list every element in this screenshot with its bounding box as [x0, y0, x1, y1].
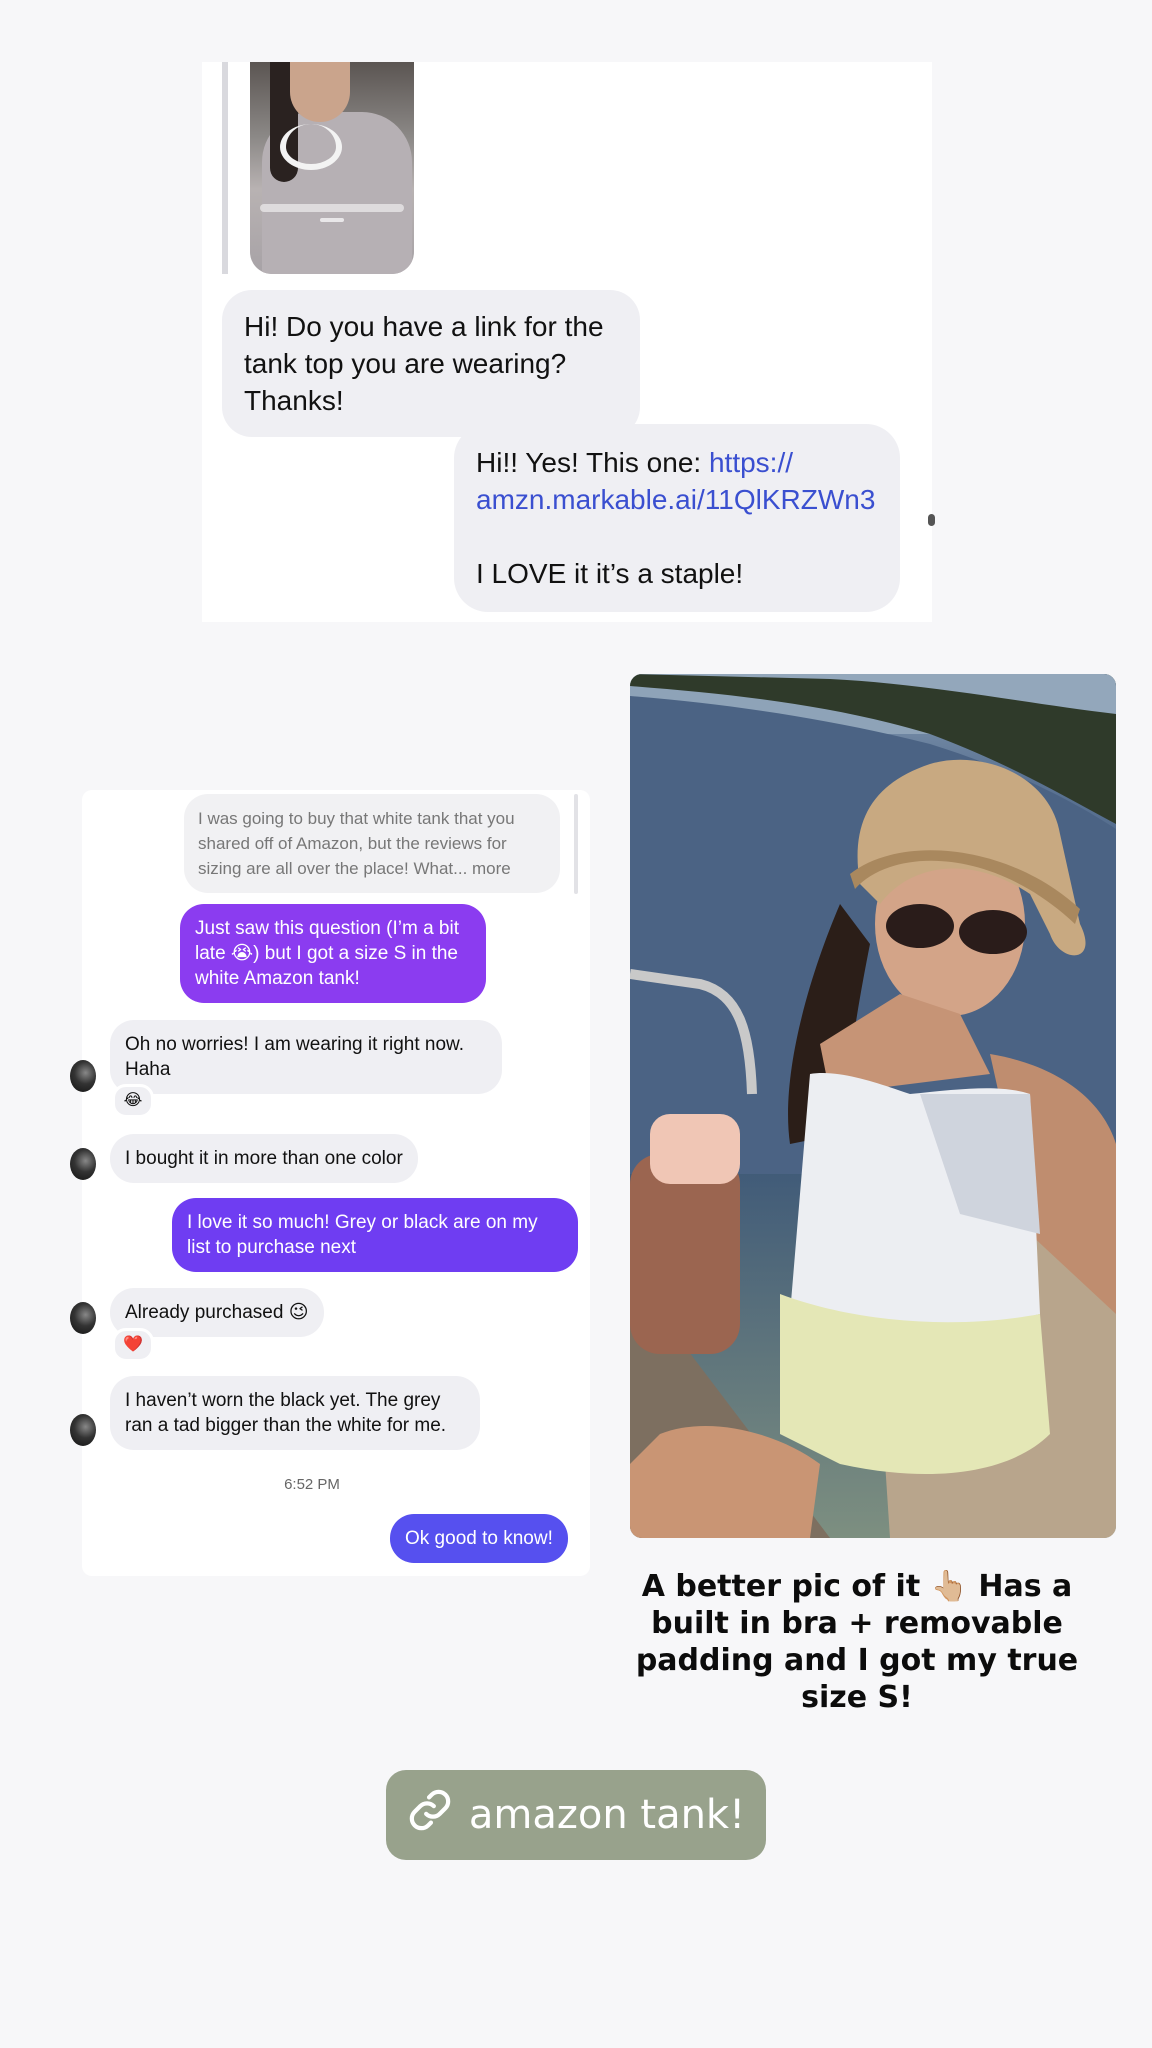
reaction-heart[interactable]: ❤️: [112, 1328, 154, 1362]
timestamp: 6:52 PM: [284, 1476, 340, 1493]
message-in-2: I bought it in more than one color: [110, 1134, 418, 1183]
message-in-1: Oh no worries! I am wearing it right now…: [110, 1020, 502, 1094]
selfie-photo: [630, 674, 1116, 1538]
avatar: [70, 1148, 96, 1180]
amazon-link-part1[interactable]: https://: [709, 447, 793, 478]
story-caption: A better pic of it 👆🏼 Has a built in bra…: [635, 1569, 1079, 1715]
story-reply-bar: [222, 62, 228, 274]
message-in-4: I haven’t worn the black yet. The grey r…: [110, 1376, 480, 1450]
outgoing-message-suffix: I LOVE it it’s a staple!: [476, 558, 744, 589]
outgoing-message-prefix: Hi!! Yes! This one:: [476, 447, 709, 478]
amazon-link-part2[interactable]: amzn.markable.ai/11QlKRZWn3: [476, 484, 875, 515]
link-icon: [407, 1787, 453, 1843]
link-sticker[interactable]: amazon tank!: [386, 1770, 766, 1860]
quoted-message: I was going to buy that white tank that …: [184, 794, 560, 893]
outgoing-message: Hi!! Yes! This one: https:// amzn.markab…: [454, 424, 900, 612]
link-sticker-label: amazon tank!: [468, 1792, 746, 1838]
status-dot: [928, 514, 935, 526]
avatar: [70, 1414, 96, 1446]
dm-screenshot: I was going to buy that white tank that …: [70, 790, 590, 1576]
story-reply-thumbnail[interactable]: [250, 62, 414, 274]
avatar: [70, 1060, 96, 1092]
message-out-3: Ok good to know!: [390, 1514, 568, 1563]
message-out-1: Just saw this question (I’m a bit late 😭…: [180, 904, 486, 1003]
quoted-bar: [574, 794, 578, 894]
message-out-2: I love it so much! Grey or black are on …: [172, 1198, 578, 1272]
reaction-laugh[interactable]: 😂: [112, 1084, 154, 1118]
avatar: [70, 1302, 96, 1334]
incoming-message: Hi! Do you have a link for the tank top …: [222, 290, 640, 437]
top-chat-card: Hi! Do you have a link for the tank top …: [202, 62, 935, 622]
